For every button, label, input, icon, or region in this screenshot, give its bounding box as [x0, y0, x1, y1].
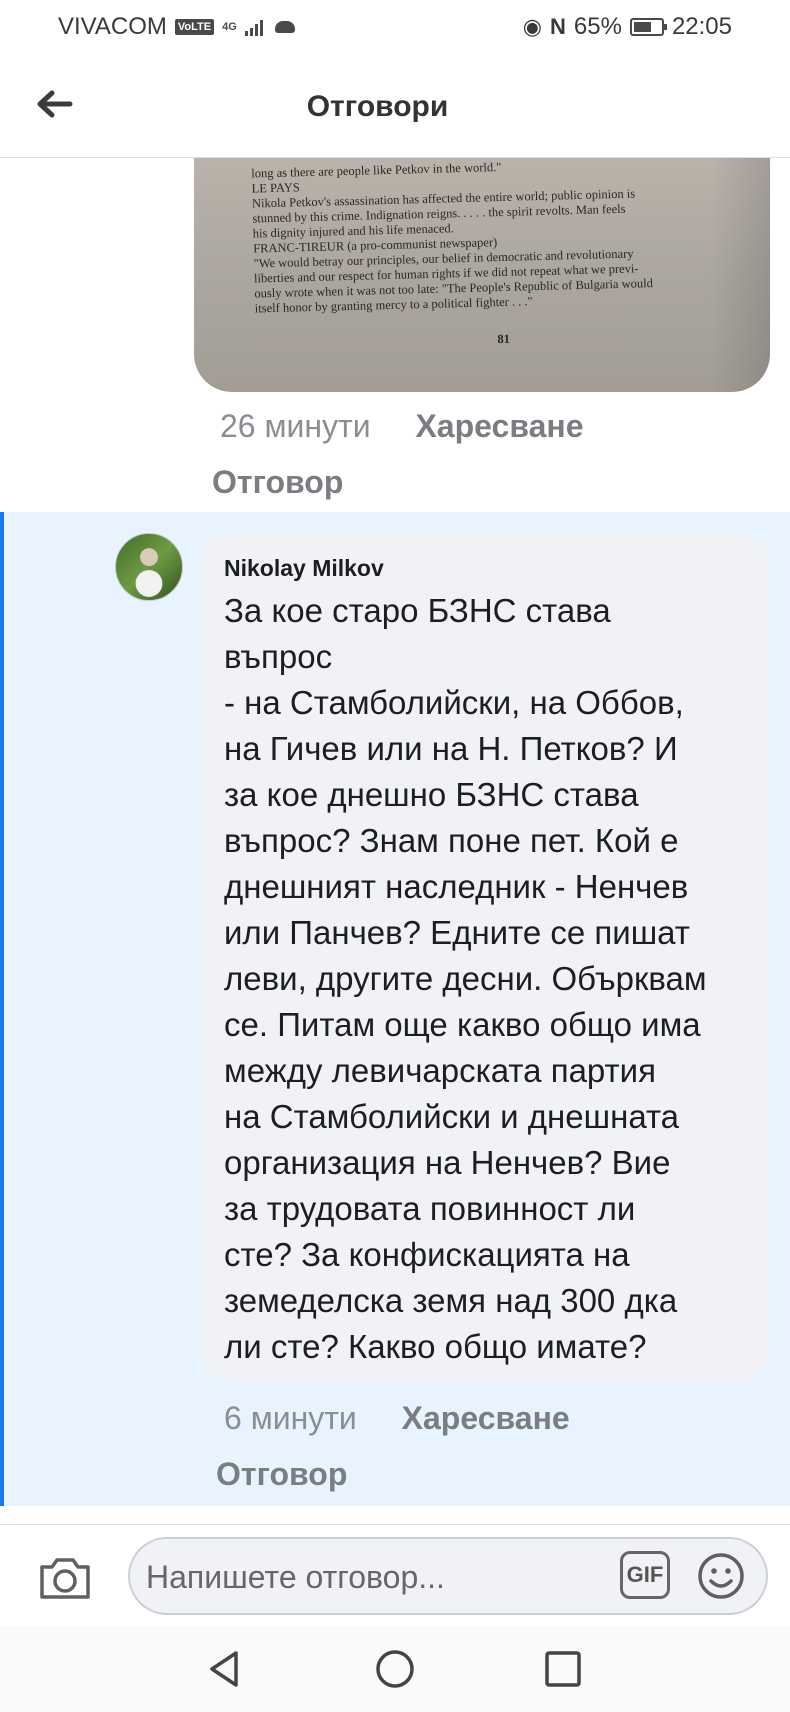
page-title: Отговори	[306, 90, 449, 123]
comment-time: 26 минути	[220, 408, 371, 444]
status-right: ◉ N 65% 22:05	[523, 13, 732, 41]
circle-home-icon[interactable]	[374, 1648, 416, 1690]
gif-button[interactable]: GIF	[620, 1551, 670, 1599]
comment-author[interactable]: Nikolay Milkov	[224, 555, 746, 582]
reply-input[interactable]	[144, 1549, 588, 1605]
battery-percent: 65%	[573, 13, 622, 40]
reply-input-container[interactable]: GIF	[128, 1537, 768, 1615]
comment-reply-row: Отговор	[216, 1456, 347, 1493]
reply-button[interactable]: Отговор	[216, 1456, 347, 1492]
nfc-icon: N	[550, 14, 566, 39]
triangle-back-icon[interactable]	[204, 1648, 246, 1690]
cloud-icon	[274, 21, 295, 33]
camera-icon[interactable]	[38, 1553, 92, 1601]
volte-icon: VoLTE	[174, 19, 215, 35]
status-bar: VIVACOM VoLTE 4G ◉ N 65% 22:05	[0, 0, 790, 54]
comment-photo[interactable]: long as there are people like Petkov in …	[194, 158, 770, 392]
avatar[interactable]	[115, 533, 183, 601]
comment-time: 6 минути	[224, 1400, 357, 1436]
photo-text: long as there are people like Petkov in …	[251, 158, 753, 392]
system-nav-bar	[0, 1626, 790, 1712]
comment-bubble[interactable]: Nikolay Milkov За кое старо БЗНС става в…	[198, 531, 770, 1383]
reply-button[interactable]: Отговор	[212, 464, 343, 500]
signal-icon	[244, 18, 263, 36]
network-type: 4G	[222, 21, 237, 33]
reply-composer: GIF	[0, 1524, 790, 1626]
battery-level-fill	[633, 22, 651, 32]
carrier-name: VIVACOM	[58, 13, 167, 40]
photo-shade	[710, 158, 770, 392]
battery-icon	[629, 18, 667, 36]
comment-meta: 6 минути Харесване	[224, 1400, 570, 1437]
like-button[interactable]: Харесване	[402, 1400, 570, 1436]
status-left: VIVACOM VoLTE 4G	[58, 13, 295, 41]
smiley-icon[interactable]	[696, 1551, 746, 1601]
eye-comfort-icon: ◉	[522, 14, 542, 39]
like-button[interactable]: Харесване	[415, 408, 583, 444]
previous-comment-meta: 26 минути Харесване	[220, 408, 583, 445]
app-header: Отговори	[0, 54, 790, 158]
clock: 22:05	[671, 13, 732, 40]
square-recents-icon[interactable]	[542, 1648, 584, 1690]
comment-text: За кое старо БЗНС става въпрос - на Стам…	[224, 592, 707, 1365]
previous-reply-row: Отговор	[212, 464, 343, 501]
photo-page-number: 81	[497, 331, 511, 347]
